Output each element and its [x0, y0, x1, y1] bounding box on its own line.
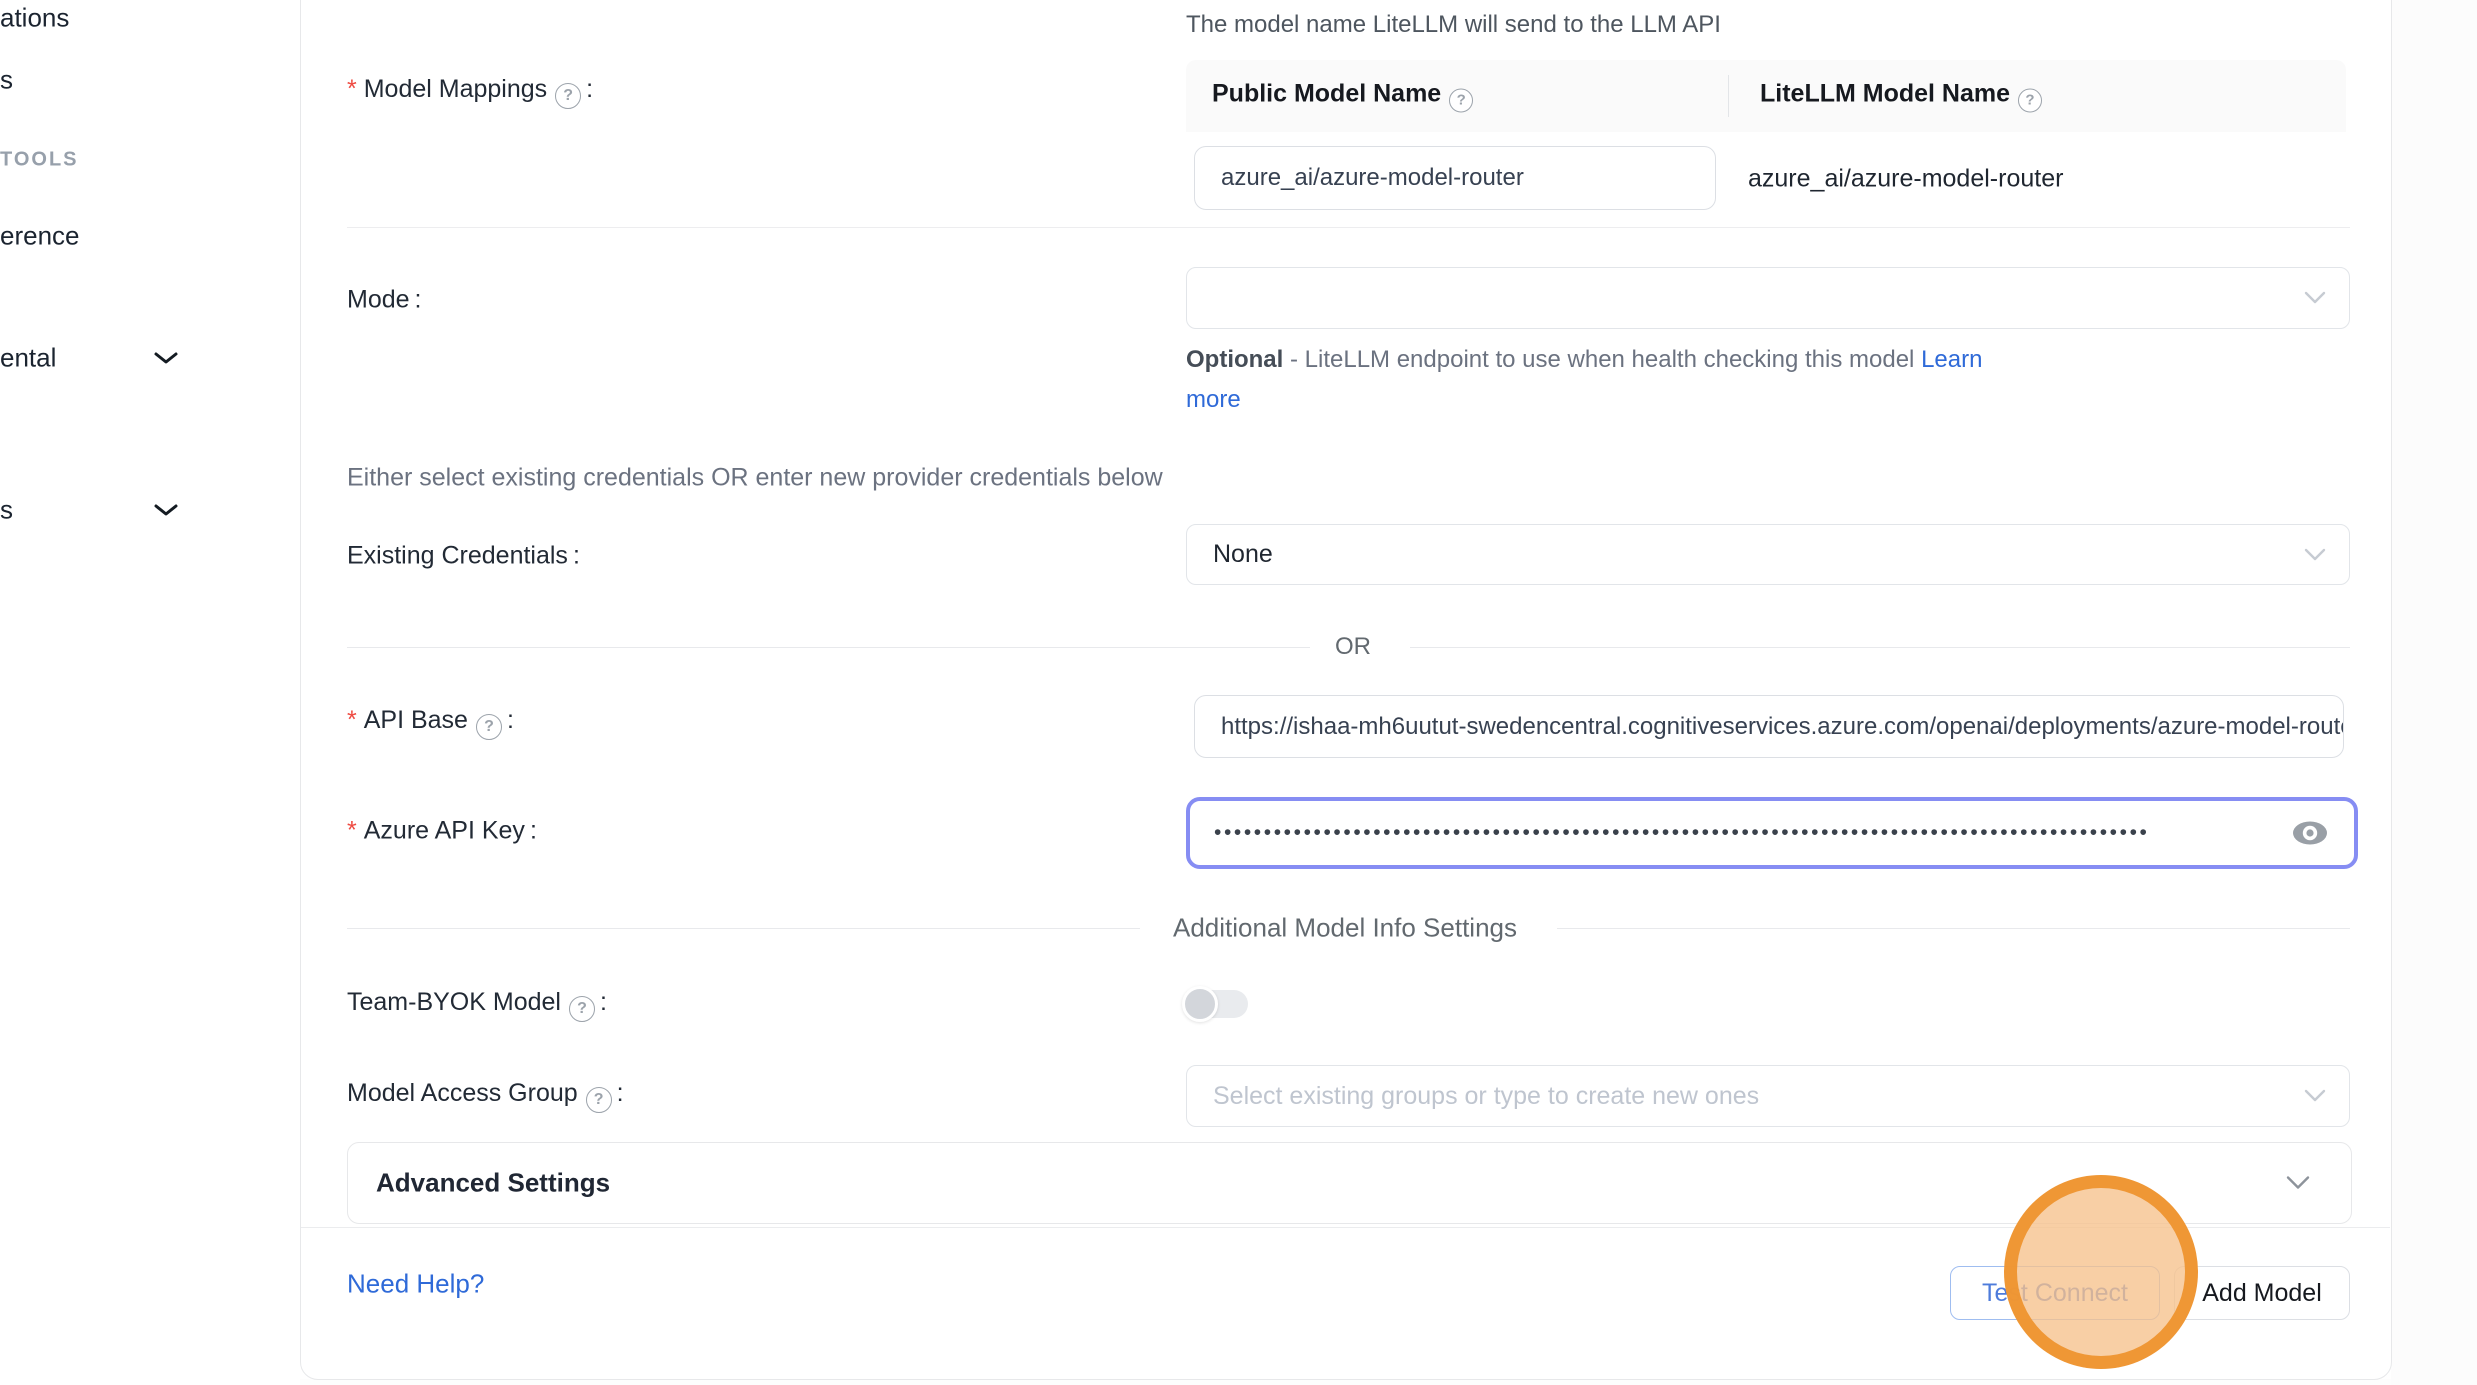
public-model-name-input[interactable]: azure_ai/azure-model-router — [1194, 146, 1716, 210]
credentials-note: Either select existing credentials OR en… — [347, 464, 1163, 493]
team-byok-label: Team-BYOK Model?: — [347, 988, 607, 1022]
required-mark: * — [347, 817, 357, 845]
need-help-link[interactable]: Need Help? — [347, 1269, 484, 1300]
model-mappings-table-header: Public Model Name? LiteLLM Model Name? — [1186, 60, 2346, 132]
advanced-settings-title: Advanced Settings — [376, 1168, 610, 1199]
advanced-settings-panel[interactable]: Advanced Settings — [347, 1142, 2352, 1224]
mode-helper-text: Optional - LiteLLM endpoint to use when … — [1186, 340, 1996, 420]
chevron-down-icon — [2303, 547, 2327, 563]
help-icon[interactable]: ? — [2018, 89, 2042, 113]
mode-label: Mode: — [347, 286, 422, 315]
divider — [347, 227, 2350, 228]
or-divider: OR — [347, 646, 2350, 647]
azure-api-key-input[interactable]: ••••••••••••••••••••••••••••••••••••••••… — [1186, 797, 2358, 869]
select-placeholder: Select existing groups or type to create… — [1213, 1082, 1759, 1111]
help-icon[interactable]: ? — [476, 714, 502, 740]
team-byok-toggle[interactable] — [1186, 990, 1248, 1018]
api-base-label: *API Base?: — [347, 706, 514, 740]
column-header-litellm-model-name: LiteLLM Model Name? — [1760, 80, 2042, 113]
api-base-input[interactable]: https://ishaa-mh6uutut-swedencentral.cog… — [1194, 695, 2344, 758]
sidebar-item-reference[interactable]: erence — [0, 221, 80, 252]
help-icon[interactable]: ? — [1449, 89, 1473, 113]
masked-password-value: ••••••••••••••••••••••••••••••••••••••••… — [1214, 821, 2254, 845]
model-access-group-select[interactable]: Select existing groups or type to create… — [1186, 1065, 2350, 1127]
existing-credentials-select[interactable]: None — [1186, 524, 2350, 585]
sidebar: ations s TOOLS erence ental s — [0, 0, 300, 1385]
chevron-down-icon — [2303, 290, 2327, 306]
model-mappings-label: *Model Mappings?: — [347, 75, 593, 109]
sidebar-section-tools: TOOLS — [0, 149, 79, 172]
help-icon[interactable]: ? — [569, 996, 595, 1022]
model-access-group-label: Model Access Group?: — [347, 1079, 624, 1113]
mode-select[interactable] — [1186, 267, 2350, 329]
eye-icon[interactable] — [2290, 819, 2330, 847]
sidebar-item-settings[interactable]: s — [0, 495, 13, 526]
model-name-hint: The model name LiteLLM will send to the … — [1186, 11, 1721, 39]
required-mark: * — [347, 706, 357, 734]
test-connect-button[interactable]: Test Connect — [1950, 1266, 2160, 1320]
toggle-knob — [1182, 986, 1218, 1022]
sidebar-item-organizations[interactable]: ations — [0, 3, 69, 34]
help-icon[interactable]: ? — [586, 1087, 612, 1113]
litellm-model-name-value: azure_ai/azure-model-router — [1748, 165, 2063, 194]
chevron-down-icon — [2285, 1175, 2311, 1192]
chevron-down-icon[interactable] — [152, 501, 180, 519]
add-model-button[interactable]: Add Model — [2174, 1266, 2350, 1320]
required-mark: * — [347, 75, 357, 103]
existing-credentials-label: Existing Credentials: — [347, 542, 580, 571]
sidebar-item-logs[interactable]: s — [0, 65, 13, 96]
chevron-down-icon — [2303, 1088, 2327, 1104]
chevron-down-icon[interactable] — [152, 349, 180, 367]
sidebar-item-experimental[interactable]: ental — [0, 343, 56, 374]
footer-divider — [301, 1227, 2390, 1228]
additional-settings-divider: Additional Model Info Settings — [347, 927, 2350, 928]
help-icon[interactable]: ? — [555, 83, 581, 109]
column-header-public-model-name: Public Model Name? — [1212, 80, 1473, 113]
column-divider — [1728, 75, 1729, 117]
page-background — [2391, 0, 2477, 1385]
azure-api-key-label: *Azure API Key: — [347, 817, 537, 846]
